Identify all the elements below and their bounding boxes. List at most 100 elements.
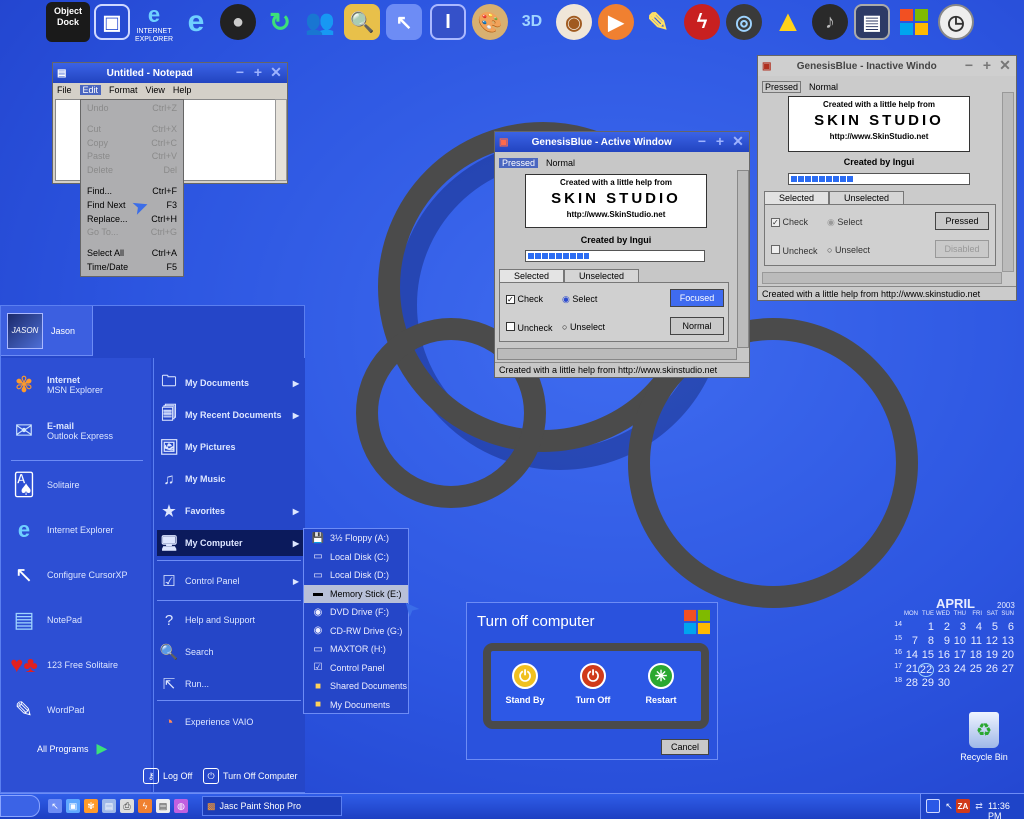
- active-window-titlebar[interactable]: ▣ GenesisBlue - Active Window − + ✕: [495, 132, 749, 152]
- horizontal-scrollbar[interactable]: [762, 272, 1002, 284]
- submenu-dvd-drive[interactable]: ◉ DVD Drive (F:): [304, 603, 408, 622]
- menu-view[interactable]: View: [146, 85, 165, 95]
- cancel-button[interactable]: Cancel: [661, 739, 709, 755]
- vertical-scrollbar[interactable]: [737, 170, 749, 348]
- zonealarm-icon[interactable]: ZA: [956, 799, 970, 813]
- notepad-icon[interactable]: ▤: [156, 799, 170, 813]
- submenu-local-disk-c[interactable]: ▭ Local Disk (C:): [304, 548, 408, 567]
- taskbar-clock[interactable]: 11:36 PM: [988, 801, 1024, 819]
- start-item-control-panel[interactable]: ☑ Control Panel ▶: [157, 568, 303, 594]
- start-item-solitaire[interactable]: 🂡 Solitaire: [7, 468, 80, 502]
- menu-normal[interactable]: Normal: [809, 82, 838, 92]
- submenu-shared-documents[interactable]: ■ Shared Documents: [304, 677, 408, 696]
- start-item-internet[interactable]: ✾ Internet MSN Explorer: [7, 368, 103, 402]
- tab-selected[interactable]: Selected: [499, 269, 565, 282]
- internet-explorer-icon[interactable]: e INTERNET EXPLORER: [134, 2, 174, 44]
- warning-triangle-icon[interactable]: ▲: [770, 4, 806, 40]
- msn-users-icon[interactable]: 👥: [302, 4, 338, 40]
- close-button[interactable]: ✕: [731, 134, 745, 149]
- select-radio[interactable]: ◉ Select: [562, 294, 597, 305]
- start-item-my-pictures[interactable]: 🖼 My Pictures: [157, 434, 303, 460]
- msn-butterfly-icon[interactable]: ✾: [84, 799, 98, 813]
- media-player-icon[interactable]: ▶: [598, 4, 634, 40]
- submenu-control-panel[interactable]: ☑ Control Panel: [304, 659, 408, 678]
- menu-normal[interactable]: Normal: [546, 158, 575, 168]
- uncheck-checkbox[interactable]: Uncheck: [771, 245, 818, 256]
- edit-menu-select-all[interactable]: Select All Ctrl+A: [81, 247, 183, 261]
- maximize-button[interactable]: +: [251, 65, 265, 80]
- submenu-floppy[interactable]: 💾 3½ Floppy (A:): [304, 529, 408, 548]
- edit-menu-replace[interactable]: Replace... Ctrl+H: [81, 213, 183, 227]
- start-item-internet-explorer[interactable]: e Internet Explorer: [7, 513, 114, 547]
- edit-menu-time-date[interactable]: Time/Date F5: [81, 261, 183, 275]
- turn-off-button[interactable]: ⏻ Turn Off: [563, 663, 623, 705]
- monitor-icon[interactable]: [926, 799, 940, 813]
- notepad-titlebar[interactable]: ▤ Untitled - Notepad − + ✕: [53, 63, 287, 83]
- internet-explorer-icon[interactable]: e: [178, 4, 214, 40]
- tab-unselected[interactable]: Unselected: [564, 269, 640, 282]
- palette-icon[interactable]: ◍: [174, 799, 188, 813]
- minimize-button[interactable]: −: [962, 58, 976, 73]
- submenu-memory-stick[interactable]: ▬ Memory Stick (E:): [304, 584, 408, 603]
- inactive-window-titlebar[interactable]: ▣ GenesisBlue - Inactive Windo − + ✕: [758, 56, 1016, 76]
- horizontal-scrollbar[interactable]: [497, 348, 737, 360]
- start-item-123-free-solitaire[interactable]: ♥♣ 123 Free Solitaire: [7, 648, 118, 682]
- start-item-my-computer[interactable]: 🖥 My Computer ▶: [157, 530, 303, 556]
- pressed-button[interactable]: Pressed: [935, 212, 989, 230]
- clock-icon[interactable]: ◷: [938, 4, 974, 40]
- taskbar-task-paint-shop-pro[interactable]: ▩ Jasc Paint Shop Pro: [202, 796, 342, 816]
- refresh-arrows-icon[interactable]: ↻: [262, 4, 298, 40]
- menu-help[interactable]: Help: [173, 85, 192, 95]
- start-item-cursorxp[interactable]: ↖ Configure CursorXP: [7, 558, 128, 592]
- computer-icon[interactable]: ▤: [854, 4, 890, 40]
- select-radio[interactable]: ◉ Select: [827, 217, 862, 228]
- printer-icon[interactable]: ⎙: [120, 799, 134, 813]
- paint-icon[interactable]: ▣: [66, 799, 80, 813]
- all-programs-button[interactable]: All Programs ▶: [37, 740, 107, 757]
- flash-icon[interactable]: ϟ: [138, 799, 152, 813]
- computer-icon[interactable]: ▤: [102, 799, 116, 813]
- turn-off-computer-button[interactable]: ⏻ Turn Off Computer: [203, 768, 298, 784]
- maximize-button[interactable]: +: [980, 58, 994, 73]
- close-button[interactable]: ✕: [998, 58, 1012, 73]
- start-item-run[interactable]: ⇱ Run...: [157, 671, 303, 697]
- menu-edit[interactable]: Edit: [79, 85, 102, 95]
- start-item-notepad[interactable]: ▤ NotePad: [7, 603, 82, 637]
- start-item-wordpad[interactable]: ✎ WordPad: [7, 693, 85, 727]
- submenu-my-documents[interactable]: ■ My Documents: [304, 696, 408, 715]
- 3d-text-icon[interactable]: 3D: [514, 4, 550, 40]
- cursor-grid-icon[interactable]: ↖: [48, 799, 62, 813]
- start-item-favorites[interactable]: ★ Favorites ▶: [157, 498, 303, 524]
- minimize-button[interactable]: −: [233, 65, 247, 80]
- windows-flag-icon[interactable]: [896, 4, 932, 40]
- speaker-icon[interactable]: ♪: [812, 4, 848, 40]
- start-item-email[interactable]: ✉ E-mail Outlook Express: [7, 414, 113, 448]
- log-off-button[interactable]: ⚷ Log Off: [143, 768, 192, 784]
- unselect-radio[interactable]: ○ Unselect: [827, 245, 870, 255]
- submenu-maxtor[interactable]: ▭ MAXTOR (H:): [304, 640, 408, 659]
- menu-format[interactable]: Format: [109, 85, 138, 95]
- paint-palette-icon[interactable]: 🎨: [472, 4, 508, 40]
- notepad-scrollbar[interactable]: [275, 99, 287, 181]
- check-checkbox[interactable]: ✓ Check: [506, 294, 543, 304]
- network-icon[interactable]: ⇄: [972, 799, 986, 813]
- pencil-icon[interactable]: ✎: [640, 4, 676, 40]
- uncheck-checkbox[interactable]: Uncheck: [506, 322, 553, 333]
- book-icon[interactable]: I: [430, 4, 466, 40]
- stand-by-button[interactable]: ⏻ Stand By: [495, 663, 555, 705]
- sound-device-icon[interactable]: ◎: [726, 4, 762, 40]
- submenu-cd-rw-drive[interactable]: ◉ CD-RW Drive (G:): [304, 622, 408, 641]
- folder-search-icon[interactable]: 🔍: [344, 4, 380, 40]
- start-item-my-documents[interactable]: 🗀 My Documents ▶: [157, 370, 303, 396]
- start-item-my-recent-documents[interactable]: 🗐 My Recent Documents ▶: [157, 402, 303, 428]
- start-item-help-and-support[interactable]: ? Help and Support: [157, 607, 303, 633]
- submenu-local-disk-d[interactable]: ▭ Local Disk (D:): [304, 566, 408, 585]
- tab-unselected[interactable]: Unselected: [829, 191, 905, 204]
- start-item-search[interactable]: 🔍 Search: [157, 639, 303, 665]
- maximize-button[interactable]: +: [713, 134, 727, 149]
- vertical-scrollbar[interactable]: [1002, 92, 1014, 272]
- cursor-grid-icon[interactable]: ↖: [386, 4, 422, 40]
- recycle-bin[interactable]: ♻ Recycle Bin: [952, 712, 1016, 762]
- eye-icon[interactable]: ◉: [556, 4, 592, 40]
- monitor-icon[interactable]: ▣: [94, 4, 130, 40]
